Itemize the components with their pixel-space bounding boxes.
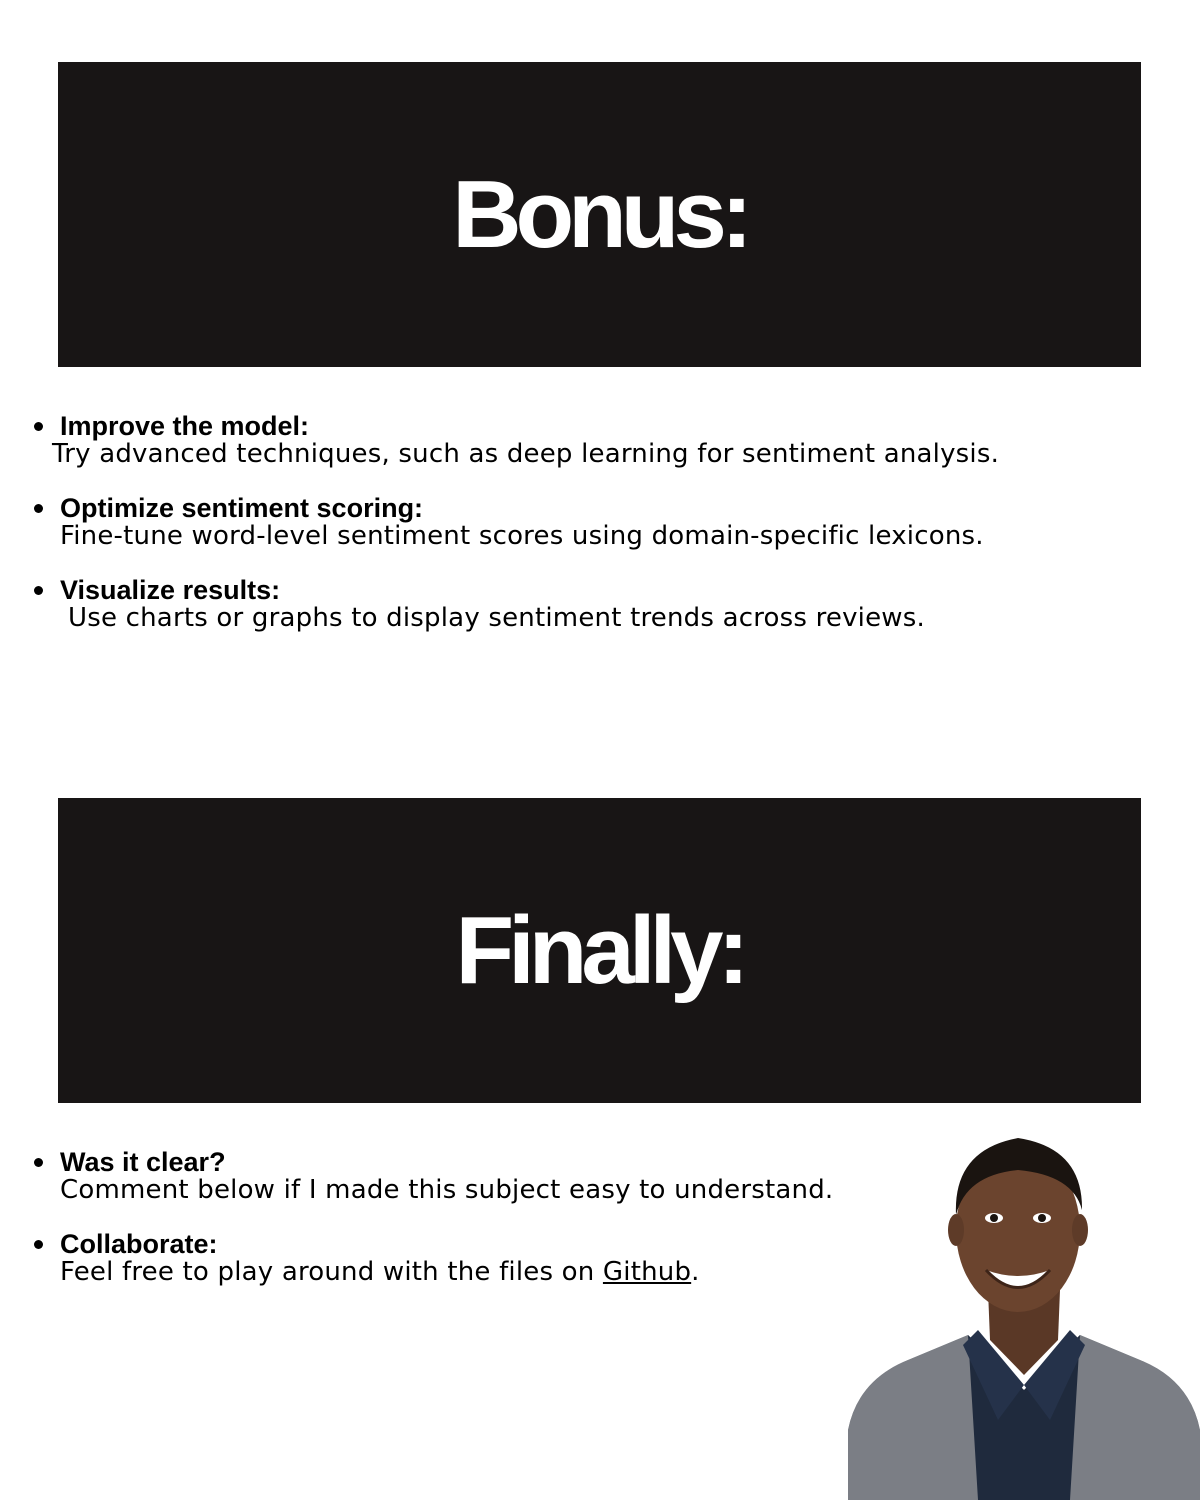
bullet-icon [34,422,43,431]
item-description: Feel free to play around with the files … [60,1258,833,1286]
bullet-icon [34,504,43,513]
person-photo-icon [848,1138,1200,1500]
item-description: Fine-tune word-level sentiment scores us… [60,521,984,551]
list-item: Collaborate: Feel free to play around wi… [30,1230,833,1286]
item-heading: Improve the model: [60,411,310,441]
bonus-banner: Bonus: [58,62,1141,367]
list-item: Improve the model: Try advanced techniqu… [30,412,999,468]
item-heading: Was it clear? [60,1147,226,1177]
list-item: Optimize sentiment scoring: Fine-tune wo… [30,494,999,550]
item-description: Comment below if I made this subject eas… [60,1175,834,1205]
finally-banner: Finally: [58,798,1141,1103]
finally-list: Was it clear? Comment below if I made th… [30,1148,833,1312]
item-heading: Collaborate: [60,1229,218,1259]
finally-title: Finally: [455,896,749,1004]
github-link[interactable]: Github [603,1257,691,1287]
desc-text: Feel free to play around with the files … [60,1257,603,1287]
bullet-icon [34,586,43,595]
list-item: Visualize results: Use charts or graphs … [30,576,999,632]
item-description: Try advanced techniques, such as deep le… [52,439,1000,469]
item-description: Use charts or graphs to display sentimen… [68,603,925,633]
bonus-list: Improve the model: Try advanced techniqu… [30,412,999,658]
item-heading: Optimize sentiment scoring: [60,493,424,523]
list-item: Was it clear? Comment below if I made th… [30,1148,833,1204]
bullet-icon [34,1240,43,1249]
bonus-title: Bonus: [452,160,753,268]
bullet-icon [34,1158,43,1167]
item-heading: Visualize results: [60,575,281,605]
desc-suffix: . [691,1257,700,1287]
